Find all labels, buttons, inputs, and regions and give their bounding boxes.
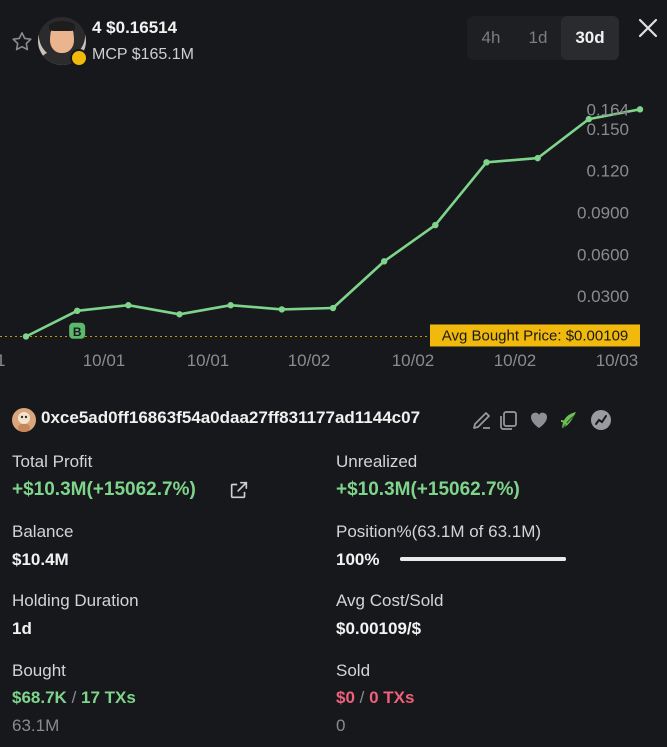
y-tick-label: 0.0300: [577, 287, 629, 306]
total-profit-label: Total Profit: [12, 452, 93, 471]
y-tick-label: 0.150: [586, 120, 629, 139]
unrealized-value: +$10.3M(+15062.7%): [336, 479, 520, 500]
price-point: [176, 311, 183, 318]
y-tick-label: 0.0600: [577, 245, 629, 264]
sold-txs: 0 TXs: [369, 688, 415, 707]
price-point: [73, 307, 81, 315]
x-tick-label: 10/03: [596, 351, 639, 370]
balance-value: $10.4M: [12, 550, 69, 569]
bought-label: Bought: [12, 661, 66, 680]
close-icon[interactable]: [636, 16, 660, 40]
timeframe-1d[interactable]: 1d: [515, 16, 561, 60]
position-value: 100%: [336, 550, 380, 569]
price-point: [329, 304, 337, 312]
price-point: [534, 154, 541, 162]
holding-duration-label: Holding Duration: [12, 591, 139, 610]
total-profit-value: +$10.3M(+15062.7%): [12, 479, 196, 500]
leaf-icon[interactable]: [558, 408, 582, 432]
heart-icon[interactable]: [527, 408, 551, 432]
position-progress-bar: [400, 557, 566, 561]
x-tick-label: 10/02: [392, 351, 435, 370]
bnb-chain-icon: [70, 49, 88, 67]
bought-values: $68.7K / 17 TXs: [12, 688, 136, 708]
avg-cost-value: $0.00109/$: [336, 619, 422, 638]
x-tick-label: 10/02: [494, 351, 537, 370]
bought-amount: 63.1M: [12, 716, 60, 735]
sold-usd: $0: [336, 688, 355, 707]
bought-txs: 17 TXs: [81, 688, 136, 707]
holding-duration-value: 1d: [12, 619, 32, 638]
favorite-star-icon[interactable]: [10, 30, 34, 54]
edit-icon[interactable]: [470, 408, 494, 432]
price-point: [278, 306, 286, 313]
external-link-icon[interactable]: [228, 479, 250, 501]
price-point: [22, 333, 30, 340]
y-tick-label: 0.0900: [577, 204, 629, 223]
price-point: [432, 221, 439, 229]
price-line-series: [25, 108, 641, 338]
x-tick-label: 01: [0, 351, 5, 370]
price-point: [125, 302, 132, 309]
x-tick-label: 10/01: [83, 351, 126, 370]
avg-bought-label: Avg Bought Price: $0.00109: [442, 327, 629, 344]
price-point: [636, 106, 644, 113]
x-tick-label: 10/01: [187, 351, 230, 370]
timeframe-selector: 4h 1d 30d: [467, 16, 619, 60]
unrealized-label: Unrealized: [336, 452, 418, 471]
wallet-address[interactable]: 0xce5ad0ff16863f54a0daa27ff831177ad1144c…: [41, 408, 420, 428]
price-chart[interactable]: 0.0300 0.0600 0.0900 0.120 0.1500.164 B Avg Bo…: [0, 80, 667, 380]
sold-amount: 0: [336, 716, 346, 735]
price-point: [483, 159, 490, 166]
buy-marker-label: B: [73, 325, 82, 339]
sold-label: Sold: [336, 661, 371, 680]
position-label: Position%(63.1M of 63.1M): [336, 522, 542, 541]
market-cap: MCP $165.1M: [92, 46, 194, 63]
balance-label: Balance: [12, 522, 74, 541]
avg-cost-label: Avg Cost/Sold: [336, 591, 444, 610]
sold-values: $0 / 0 TXs: [336, 688, 414, 708]
copy-icon[interactable]: [496, 408, 520, 432]
y-tick-label: 0.120: [586, 162, 629, 181]
analytics-icon[interactable]: [589, 408, 613, 432]
wallet-avatar: [12, 408, 36, 432]
timeframe-30d[interactable]: 30d: [561, 16, 619, 60]
bought-usd: $68.7K: [12, 688, 67, 707]
price-point: [380, 258, 388, 265]
price-point: [227, 302, 234, 309]
x-tick-label: 10/02: [288, 351, 331, 370]
sold-separator: /: [359, 688, 365, 707]
timeframe-4h[interactable]: 4h: [467, 16, 515, 60]
token-price-title: 4 $0.16514: [92, 18, 178, 37]
bought-separator: /: [71, 688, 77, 707]
last-price-label: 0.164: [586, 100, 629, 119]
